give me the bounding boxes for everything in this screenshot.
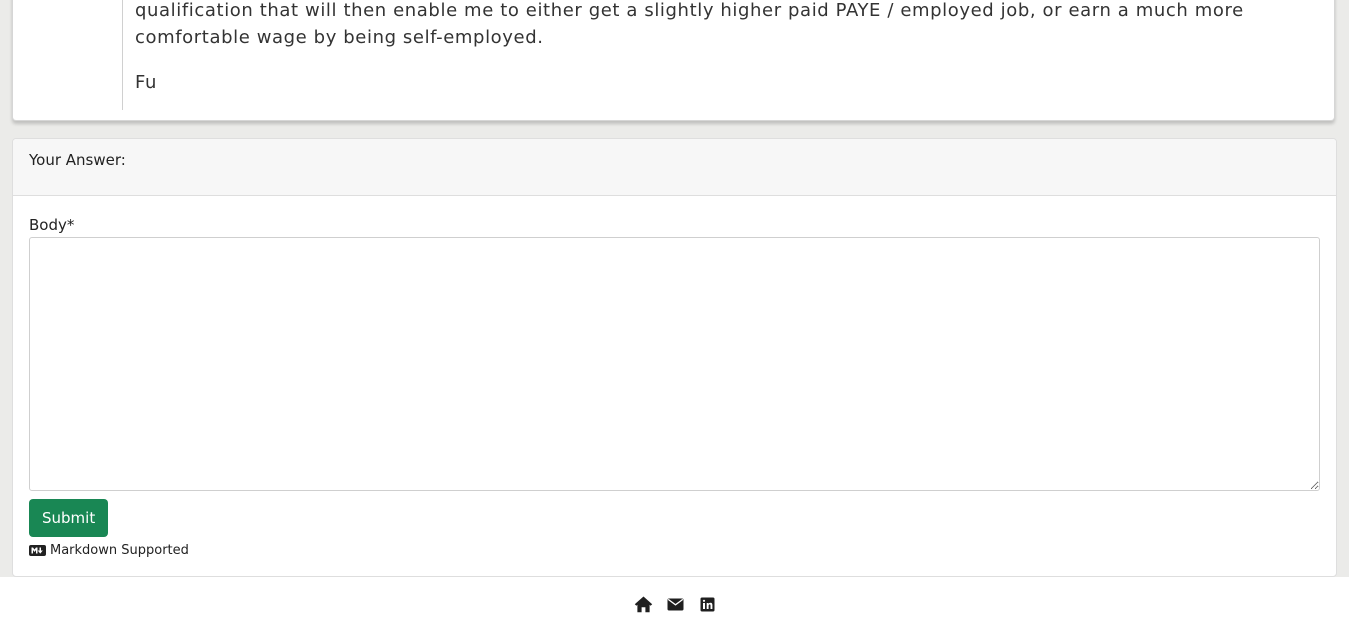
answer-form: Body* Submit Markdown Supported (13, 196, 1336, 558)
question-body: qualification that will then enable me t… (135, 0, 1285, 96)
question-paragraph: qualification that will then enable me t… (135, 0, 1244, 48)
footer (0, 577, 1349, 621)
submit-button[interactable]: Submit (29, 499, 109, 537)
markdown-note-text: Markdown Supported (50, 543, 189, 558)
answer-header: Your Answer: (13, 139, 1336, 196)
linkedin-icon[interactable] (698, 596, 717, 613)
answer-card: Your Answer: Body* Submit Markdown Suppo… (12, 138, 1337, 577)
home-icon[interactable] (634, 596, 653, 613)
body-label: Body* (29, 216, 75, 234)
markdown-note: Markdown Supported (29, 543, 1320, 558)
question-paragraph-tail: Fu (135, 72, 157, 93)
question-divider (122, 0, 123, 110)
page: qualification that will then enable me t… (0, 0, 1349, 621)
footer-social-links (634, 596, 717, 613)
markdown-icon (29, 545, 46, 556)
question-card: qualification that will then enable me t… (12, 0, 1335, 121)
envelope-icon[interactable] (666, 596, 685, 613)
body-textarea[interactable] (29, 237, 1320, 491)
